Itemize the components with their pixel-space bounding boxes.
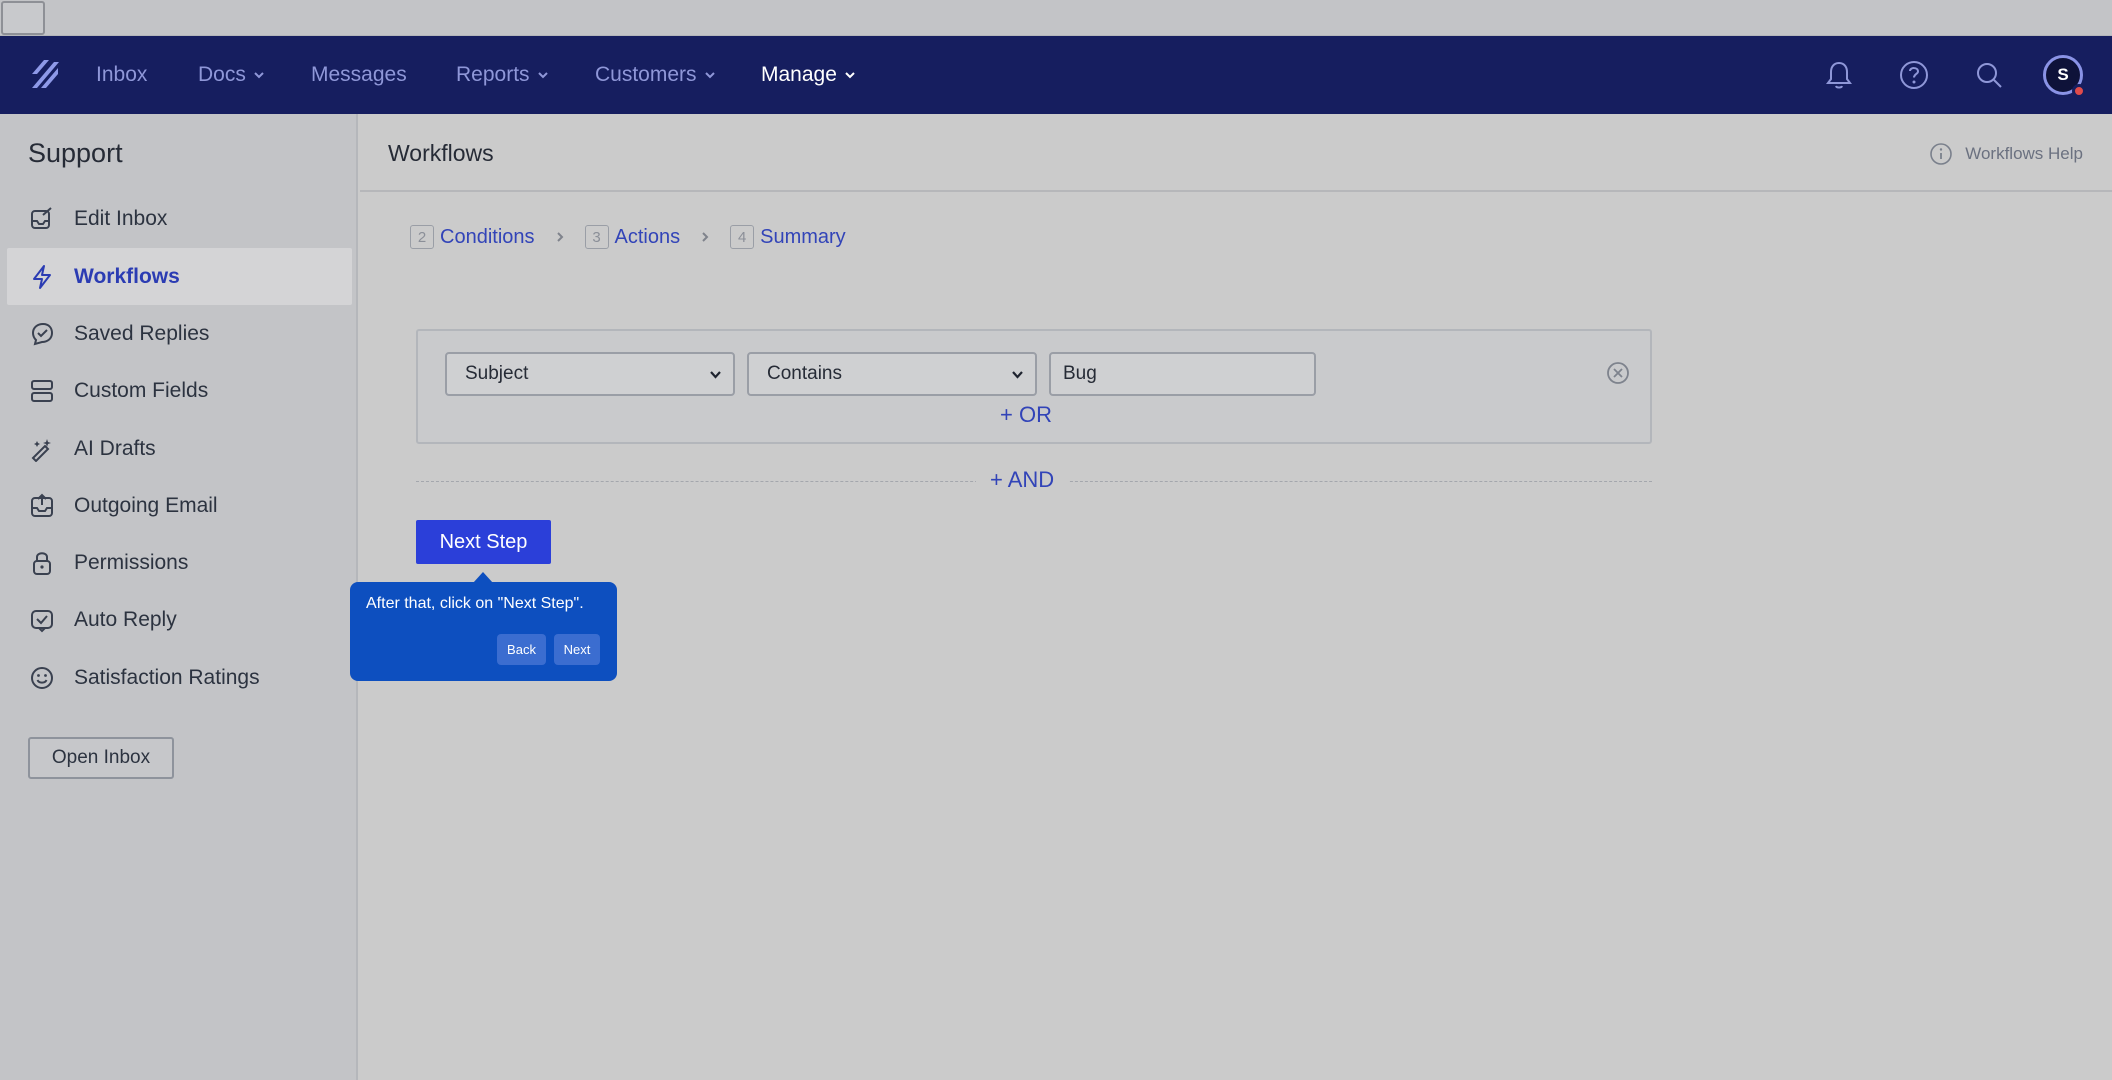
chevron-down-icon <box>704 72 715 79</box>
sidebar-item-permissions[interactable]: Permissions <box>7 534 352 591</box>
sidebar-item-auto-reply[interactable]: Auto Reply <box>7 591 352 648</box>
nav-inbox-label: Inbox <box>96 63 148 86</box>
workflows-help-link[interactable]: Workflows Help <box>1929 142 2083 166</box>
condition-operator-value: Contains <box>767 363 842 384</box>
open-inbox-button[interactable]: Open Inbox <box>28 737 174 779</box>
condition-operator-select[interactable]: Contains <box>747 352 1037 396</box>
add-or-link[interactable]: + OR <box>1000 402 1052 428</box>
lightning-icon <box>33 264 51 289</box>
sidebar-item-custom-fields[interactable]: Custom Fields <box>7 362 352 419</box>
chevron-down-icon <box>845 72 855 79</box>
step-number: 3 <box>584 225 609 249</box>
step-breadcrumb: 2 Conditions 3 Actions 4 Summary <box>410 222 846 252</box>
browser-top-strip <box>0 0 2112 36</box>
nav-customers-label: Customers <box>595 63 697 86</box>
step-label: Conditions <box>440 225 535 248</box>
sidebar-item-saved-replies[interactable]: Saved Replies <box>7 305 352 362</box>
sidebar-item-outgoing-email[interactable]: Outgoing Email <box>7 477 352 534</box>
sidebar-item-label: Edit Inbox <box>74 206 168 230</box>
nav-manage-label: Manage <box>761 63 837 86</box>
nav-inbox[interactable]: Inbox <box>96 36 147 114</box>
next-step-button[interactable]: Next Step <box>416 520 551 564</box>
nav-messages-label: Messages <box>311 63 407 86</box>
chevron-down-icon <box>1012 371 1023 379</box>
condition-field-select[interactable]: Subject <box>445 352 735 396</box>
step-label: Actions <box>614 225 681 248</box>
avatar-initial: S <box>2057 65 2069 84</box>
custom-fields-icon <box>31 379 53 402</box>
nav-manage[interactable]: Manage <box>761 36 857 114</box>
sidebar-item-label: Saved Replies <box>74 321 210 345</box>
sidebar-item-label: Satisfaction Ratings <box>74 665 260 689</box>
auto-reply-icon <box>31 609 53 632</box>
edit-inbox-icon <box>31 206 52 229</box>
ai-drafts-icon <box>31 438 51 462</box>
lock-icon <box>33 551 51 575</box>
sidebar-item-satisfaction-ratings[interactable]: Satisfaction Ratings <box>7 649 352 706</box>
sidebar-item-label: Outgoing Email <box>74 493 218 517</box>
guide-tooltip: After that, click on "Next Step". Back N… <box>350 582 617 681</box>
tooltip-back-button[interactable]: Back <box>497 634 546 665</box>
step-actions[interactable]: 3 Actions <box>584 225 681 249</box>
sidebar-item-label: Auto Reply <box>74 607 177 631</box>
chevron-down-icon <box>710 371 721 379</box>
sidebar-item-label: Workflows <box>74 264 180 288</box>
step-summary[interactable]: 4 Summary <box>730 225 846 249</box>
step-number: 2 <box>410 225 434 249</box>
chevron-right-icon <box>702 232 709 242</box>
tooltip-text: After that, click on "Next Step". <box>366 595 584 612</box>
step-conditions[interactable]: 2 Conditions <box>410 225 535 249</box>
sidebar-title: Support <box>28 138 123 168</box>
corner-button[interactable] <box>1 1 45 35</box>
page-title: Workflows <box>388 140 494 166</box>
sidebar-item-ai-drafts[interactable]: AI Drafts <box>7 420 352 477</box>
condition-field-value: Subject <box>465 363 529 384</box>
step-label: Summary <box>760 225 846 248</box>
saved-replies-icon <box>31 322 54 345</box>
bell-icon[interactable] <box>1821 57 1857 93</box>
search-icon[interactable] <box>1971 57 2007 93</box>
main-header: Workflows Workflows Help <box>360 114 2112 192</box>
smiley-icon <box>31 666 53 689</box>
status-dot <box>2072 84 2086 98</box>
condition-group: Subject Contains + OR <box>416 329 1652 444</box>
sidebar-item-label: AI Drafts <box>74 436 156 460</box>
info-icon <box>1930 143 1953 165</box>
chevron-down-icon <box>537 72 548 79</box>
condition-value-input[interactable] <box>1049 352 1316 396</box>
nav-reports-label: Reports <box>456 63 530 86</box>
chevron-down-icon <box>254 72 264 79</box>
add-and-link[interactable]: + AND <box>976 467 1069 493</box>
nav-docs[interactable]: Docs <box>198 36 266 114</box>
outgoing-email-icon <box>31 493 53 517</box>
workflows-help-label: Workflows Help <box>1965 144 2083 163</box>
close-circle-icon[interactable] <box>1605 360 1631 386</box>
nav-messages[interactable]: Messages <box>311 36 407 114</box>
sidebar-item-label: Custom Fields <box>74 378 209 402</box>
step-number: 4 <box>730 225 755 249</box>
sidebar-item-workflows[interactable]: Workflows <box>7 248 352 305</box>
sidebar: Support Edit Inbox Workflows Saved Repli… <box>0 114 358 1080</box>
nav-customers[interactable]: Customers <box>595 36 717 114</box>
chevron-right-icon <box>556 232 563 242</box>
sidebar-item-edit-inbox[interactable]: Edit Inbox <box>7 190 352 247</box>
nav-reports[interactable]: Reports <box>456 36 550 114</box>
help-icon[interactable] <box>1896 57 1932 93</box>
top-navbar: Inbox Docs Messages Reports Customers Ma… <box>0 36 2112 114</box>
tooltip-next-button[interactable]: Next <box>554 634 600 665</box>
sidebar-item-label: Permissions <box>74 550 189 574</box>
nav-docs-label: Docs <box>198 63 246 86</box>
logo-icon[interactable] <box>28 56 62 92</box>
